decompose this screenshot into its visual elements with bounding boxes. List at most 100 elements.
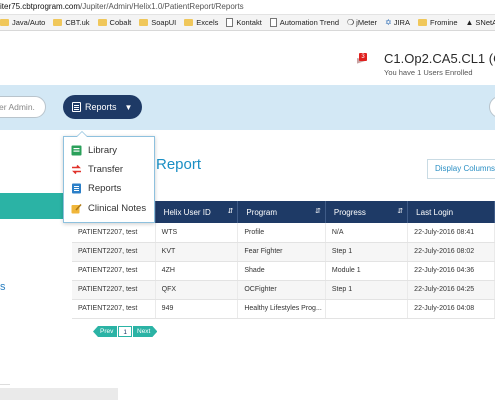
table-row[interactable]: PATIENT2207, test 4ZH Shade Module 1 22-… [72,261,495,281]
sidebar-link[interactable]: s [0,281,6,293]
folder-icon [184,19,194,26]
cell-name: PATIENT2207, test [72,280,156,300]
folder-icon [53,19,63,26]
bookmark-excels[interactable]: Excels [184,18,218,27]
cell-last-login: 22-July-2016 08:41 [407,223,495,243]
sidebar-active-item[interactable] [0,193,72,219]
folder-icon [139,19,149,26]
cell-last-login: 22-July-2016 04:08 [407,299,495,319]
cell-helix-id: QFX [155,280,239,300]
transfer-icon [71,164,82,175]
column-header-progress[interactable]: Progress ⇵ [325,201,409,223]
cell-progress: Step 1 [325,242,409,262]
right-toolbar-pill[interactable] [489,96,495,118]
pagination: Prev 1 Next [93,326,158,337]
table-row[interactable]: PATIENT2207, test WTS Profile N/A 22-Jul… [72,223,495,243]
prev-page-button[interactable]: Prev [93,326,118,337]
bookmark-label: Cobalt [109,18,132,27]
reports-button-label: Reports [85,102,117,112]
address-bar[interactable]: iter75.cbtprogram.com/Jupiter/Admin/Heli… [0,0,495,15]
menu-item-label: Library [88,145,118,156]
column-header-label: Helix User ID [163,207,211,217]
sort-icon: ⇵ [227,208,234,215]
page-title: Report [156,156,202,173]
cell-helix-id: 4ZH [155,261,239,281]
cell-progress: Step 1 [325,280,409,300]
bookmark-kontakt[interactable]: Kontakt [226,18,262,27]
bookmark-java-auto[interactable]: Java/Auto [0,18,45,27]
menu-item-label: Clinical Notes [88,203,147,214]
bookmark-label: Kontakt [236,18,262,27]
column-header-label: Progress [333,207,366,217]
bookmarks-bar: Java/Auto CBT.uk Cobalt SoapUI Excels Ko… [0,15,495,31]
reports-dropdown-menu: Library Transfer Reports Clinical Notes [63,131,155,223]
menu-item-transfer[interactable]: Transfer [71,164,123,175]
bookmark-cbt-uk[interactable]: CBT.uk [53,18,90,27]
notification-badge: 3 [359,53,367,61]
next-page-button[interactable]: Next [133,326,157,337]
bookmark-fromine[interactable]: Fromine [417,18,458,27]
cell-progress: Module 1 [325,261,409,281]
bookmark-label: SoapUI [151,18,177,27]
sort-icon: ⇵ [314,208,321,215]
bookmark-label: CBT.uk [65,18,90,27]
page-icon [269,18,277,27]
report-icon [72,102,81,112]
snet-icon: ▲ [465,18,474,27]
cell-helix-id: KVT [155,242,239,262]
column-header-last-login[interactable]: Last Login [407,201,495,223]
bookmark-snetadmin[interactable]: ▲SNetAdmin [466,18,495,27]
page-number-button[interactable]: 1 [118,326,132,337]
column-header-helix-user-id[interactable]: Helix User ID ⇵ [155,201,239,223]
bookmark-label: jMeter [356,18,378,27]
cell-program: Fear Fighter [237,242,326,262]
menu-item-clinical-notes[interactable]: Clinical Notes [71,203,146,214]
clinical-notes-icon [71,203,82,214]
cell-program: OCFighter [237,280,326,300]
table-row[interactable]: PATIENT2207, test 949 Healthy Lifestyles… [72,299,495,319]
menu-item-library[interactable]: Library [71,145,117,156]
notification-flag-icon[interactable]: 3 [356,53,368,67]
cell-name: PATIENT2207, test [72,242,156,262]
bookmark-label: JIRA [393,18,410,27]
bookmark-label: SNetAdmin [475,18,495,27]
bookmark-soapui[interactable]: SoapUI [139,18,176,27]
cell-name: PATIENT2207, test [72,223,156,243]
jmeter-icon: ❍ [347,18,355,27]
enrolled-text: You have 1 Users Enrolled [384,68,473,77]
column-header-label: Last Login [416,207,454,217]
column-header-program[interactable]: Program ⇵ [237,201,326,223]
folder-icon [97,19,107,26]
sidebar-footer-box [0,388,118,400]
menu-item-label: Reports [88,183,122,194]
cell-helix-id: 949 [155,299,239,319]
cell-name: PATIENT2207, test [72,261,156,281]
bookmark-label: Automation Trend [279,18,339,27]
bookmark-jmeter[interactable]: ❍ jMeter [347,18,377,27]
cell-program: Healthy Lifestyles Prog... [237,299,326,319]
display-columns-button[interactable]: Display Columns [427,159,495,179]
cell-program: Shade [237,261,326,281]
bookmark-jira[interactable]: ✡ JIRA [385,18,410,27]
cell-last-login: 22-July-2016 04:36 [407,261,495,281]
reports-icon [71,183,82,194]
sidebar-divider [0,384,10,385]
page-icon [226,18,234,27]
cell-progress [325,299,409,319]
bookmark-label: Java/Auto [12,18,46,27]
menu-item-reports[interactable]: Reports [71,183,121,194]
folder-icon [0,19,9,26]
library-icon [71,145,82,156]
reports-dropdown-button[interactable]: Reports ▼ [63,95,142,119]
admin-select-input[interactable]: er Admin. [0,96,46,118]
bookmark-label: Fromine [429,18,458,27]
bookmark-cobalt[interactable]: Cobalt [97,18,132,27]
menu-item-label: Transfer [88,164,124,175]
cell-last-login: 22-July-2016 04:25 [407,280,495,300]
cell-name: PATIENT2207, test [72,299,156,319]
cell-helix-id: WTS [155,223,239,243]
toolbar: er Admin. Reports ▼ [0,85,495,130]
table-row[interactable]: PATIENT2207, test QFX OCFighter Step 1 2… [72,280,495,300]
table-row[interactable]: PATIENT2207, test KVT Fear Fighter Step … [72,242,495,262]
bookmark-automation-trend[interactable]: Automation Trend [269,18,339,27]
